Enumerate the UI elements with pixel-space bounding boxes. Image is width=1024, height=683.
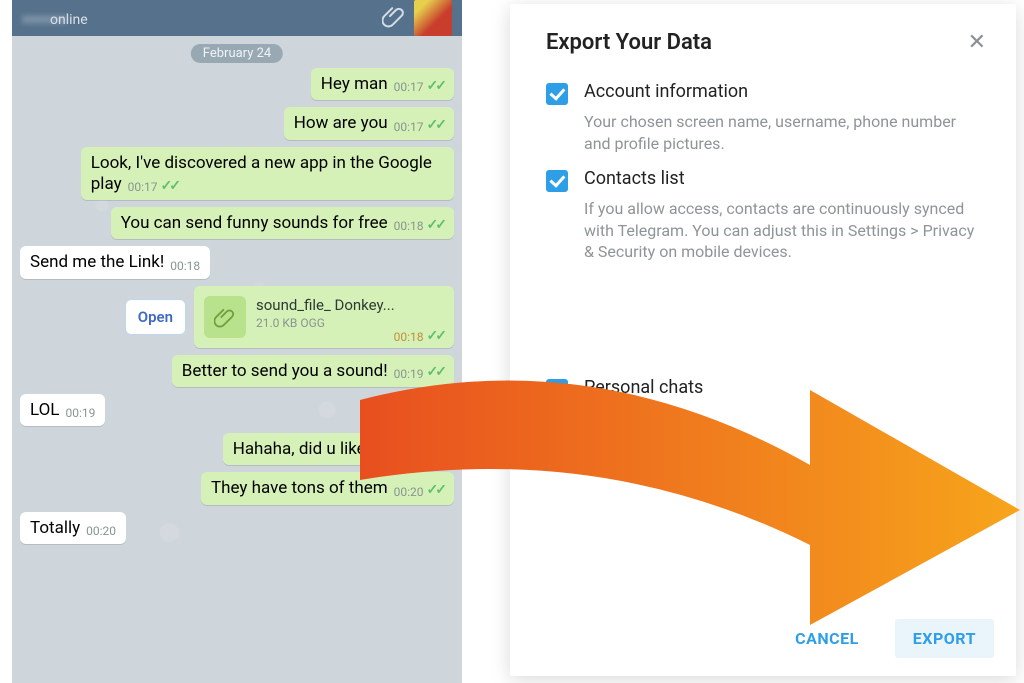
- close-icon[interactable]: ✕: [968, 30, 986, 55]
- message-text: How are you: [294, 113, 388, 133]
- message-time: 00:17: [394, 80, 424, 95]
- read-ticks-icon: ✓✓: [427, 328, 444, 344]
- message-time: 00:17: [394, 120, 424, 135]
- checkbox[interactable]: [546, 413, 568, 435]
- message-text: You can send funny sounds for free: [121, 213, 388, 233]
- export-option: Personal chats: [546, 377, 986, 401]
- outgoing-message[interactable]: Better to send you a sound! 00:19✓✓: [172, 355, 454, 387]
- message-time: 00:20: [86, 524, 116, 539]
- avatar[interactable]: [414, 0, 452, 36]
- dialog-footer: CANCEL EXPORT: [510, 603, 1016, 676]
- outgoing-message[interactable]: They have tons of them 00:20✓✓: [201, 472, 454, 504]
- option-label: Private groups: [584, 445, 700, 466]
- message-time: 00:19: [394, 445, 424, 460]
- option-description: Your chosen screen name, username, phone…: [584, 111, 986, 154]
- attach-icon[interactable]: [382, 4, 406, 32]
- checkbox[interactable]: [546, 447, 568, 469]
- message-text: They have tons of them: [211, 478, 388, 498]
- message-time: 00:18✓✓: [394, 328, 444, 344]
- export-option: Contacts list: [546, 168, 986, 192]
- status-text: online: [50, 12, 88, 28]
- message-list[interactable]: Hey man00:17✓✓How are you00:17✓✓Look, I'…: [12, 68, 462, 683]
- checkbox[interactable]: [546, 379, 568, 401]
- outgoing-message[interactable]: You can send funny sounds for free 00:18✓…: [111, 207, 454, 239]
- incoming-message[interactable]: Send me the Link! 00:18: [20, 246, 210, 278]
- option-label: Personal chats: [584, 377, 703, 398]
- message-text: Hey man: [321, 74, 388, 94]
- message-time: 00:19: [65, 406, 95, 421]
- open-button[interactable]: Open: [125, 299, 186, 335]
- export-dialog: Export Your Data ✕ Account information Yo…: [510, 4, 1016, 676]
- message-time: 00:20: [394, 485, 424, 500]
- outgoing-message[interactable]: Hey man 00:17✓✓: [311, 68, 454, 100]
- outgoing-message[interactable]: Hahaha, did u like it? 00:19✓✓: [223, 433, 454, 465]
- file-attachment: Opensound_file_ Donkey...21.0 KB OGG00:1…: [125, 286, 454, 348]
- read-ticks-icon: ✓✓: [427, 117, 444, 135]
- message-text: Hahaha, did u like it?: [233, 439, 388, 459]
- chat-header: xxxxxxx online: [12, 0, 462, 36]
- export-option: Account information: [546, 81, 986, 105]
- incoming-message[interactable]: Totally 00:20: [20, 512, 126, 544]
- paperclip-icon: [204, 296, 246, 338]
- export-option: Bot chats: [546, 411, 986, 435]
- read-ticks-icon: ✓✓: [427, 364, 444, 382]
- option-label: Contacts list: [584, 168, 685, 189]
- dialog-body: Account information Your chosen screen na…: [510, 71, 1016, 603]
- outgoing-message[interactable]: How are you 00:17✓✓: [284, 107, 454, 139]
- message-time: 00:17: [128, 180, 158, 195]
- read-ticks-icon: ✓✓: [427, 217, 444, 235]
- dialog-title: Export Your Data: [546, 30, 968, 55]
- option-label: Account information: [584, 81, 748, 102]
- export-option: Private groups: [546, 445, 986, 469]
- cancel-button[interactable]: CANCEL: [777, 619, 877, 658]
- checkbox[interactable]: [546, 83, 568, 105]
- read-ticks-icon: ✓✓: [427, 482, 444, 500]
- message-time: 00:19: [394, 367, 424, 382]
- checkbox[interactable]: [546, 170, 568, 192]
- message-time: 00:18: [170, 259, 200, 274]
- read-ticks-icon: ✓✓: [427, 78, 444, 96]
- dialog-header: Export Your Data ✕: [510, 4, 1016, 71]
- export-button[interactable]: EXPORT: [895, 619, 994, 658]
- chat-window: xxxxxxx online February 24 Hey man00:17✓…: [12, 0, 462, 683]
- read-ticks-icon: ✓✓: [161, 178, 178, 196]
- option-label: Bot chats: [584, 411, 660, 432]
- read-ticks-icon: ✓✓: [427, 443, 444, 461]
- option-description: If you allow access, contacts are contin…: [584, 198, 986, 263]
- date-badge: February 24: [191, 44, 283, 63]
- message-text: Totally: [30, 518, 80, 538]
- outgoing-message[interactable]: Look, I've discovered a new app in the G…: [81, 147, 454, 201]
- message-text: Send me the Link!: [30, 252, 164, 272]
- message-text: Better to send you a sound!: [182, 361, 388, 381]
- file-bubble[interactable]: sound_file_ Donkey...21.0 KB OGG00:18✓✓: [194, 286, 454, 348]
- message-text: LOL: [30, 400, 59, 420]
- incoming-message[interactable]: LOL 00:19: [20, 394, 105, 426]
- message-time: 00:18: [394, 219, 424, 234]
- file-name: sound_file_ Donkey...: [256, 296, 444, 314]
